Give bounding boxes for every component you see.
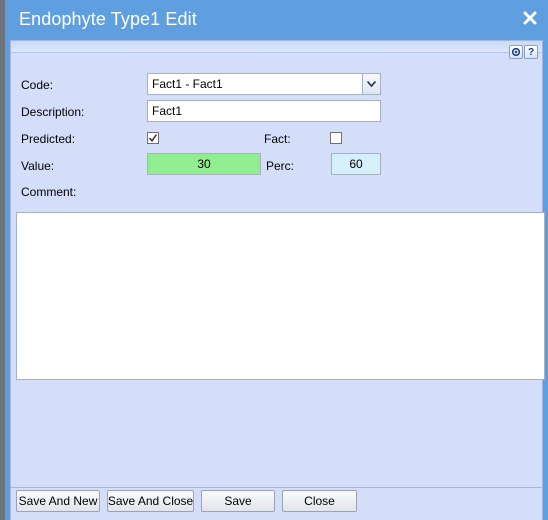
perc-label: Perc: [266, 159, 295, 173]
fact-label: Fact: [264, 132, 291, 146]
save-button[interactable]: Save [201, 490, 275, 512]
dialog-title: Endophyte Type1 Edit [19, 9, 197, 29]
value-field[interactable]: 30 [147, 153, 261, 175]
save-and-close-button[interactable]: Save And Close [107, 490, 194, 512]
code-select-value: Fact1 - Fact1 [152, 77, 223, 91]
predicted-label: Predicted: [21, 132, 76, 146]
comment-label: Comment: [21, 185, 77, 199]
description-field[interactable]: Fact1 [147, 100, 381, 122]
help-icon[interactable]: ? [524, 45, 538, 59]
value-label: Value: [21, 159, 55, 173]
close-button[interactable]: Close [282, 490, 357, 512]
dialog-footer: Save And New Save And Close Save Close [10, 488, 543, 520]
code-label: Code: [21, 78, 54, 92]
predicted-checkbox[interactable] [147, 132, 159, 144]
chevron-down-icon[interactable] [362, 74, 380, 94]
tool-strip [11, 41, 542, 53]
refresh-icon[interactable] [509, 45, 523, 59]
fact-checkbox[interactable] [330, 132, 342, 144]
code-select[interactable]: Fact1 - Fact1 [147, 73, 381, 95]
dialog-body: ? Code: Fact1 - Fact1 Description: Fact1… [10, 40, 545, 488]
check-icon [148, 134, 158, 142]
comment-textarea[interactable] [16, 212, 545, 380]
perc-field[interactable]: 60 [331, 153, 381, 175]
dialog-titlebar[interactable]: Endophyte Type1 Edit [5, 0, 548, 40]
description-label: Description: [21, 105, 85, 119]
save-and-new-button[interactable]: Save And New [16, 490, 100, 512]
tool-icons: ? [509, 45, 538, 61]
close-icon[interactable] [521, 9, 539, 27]
edit-dialog: Endophyte Type1 Edit ? Code: Fact1 - Fac… [5, 0, 548, 520]
